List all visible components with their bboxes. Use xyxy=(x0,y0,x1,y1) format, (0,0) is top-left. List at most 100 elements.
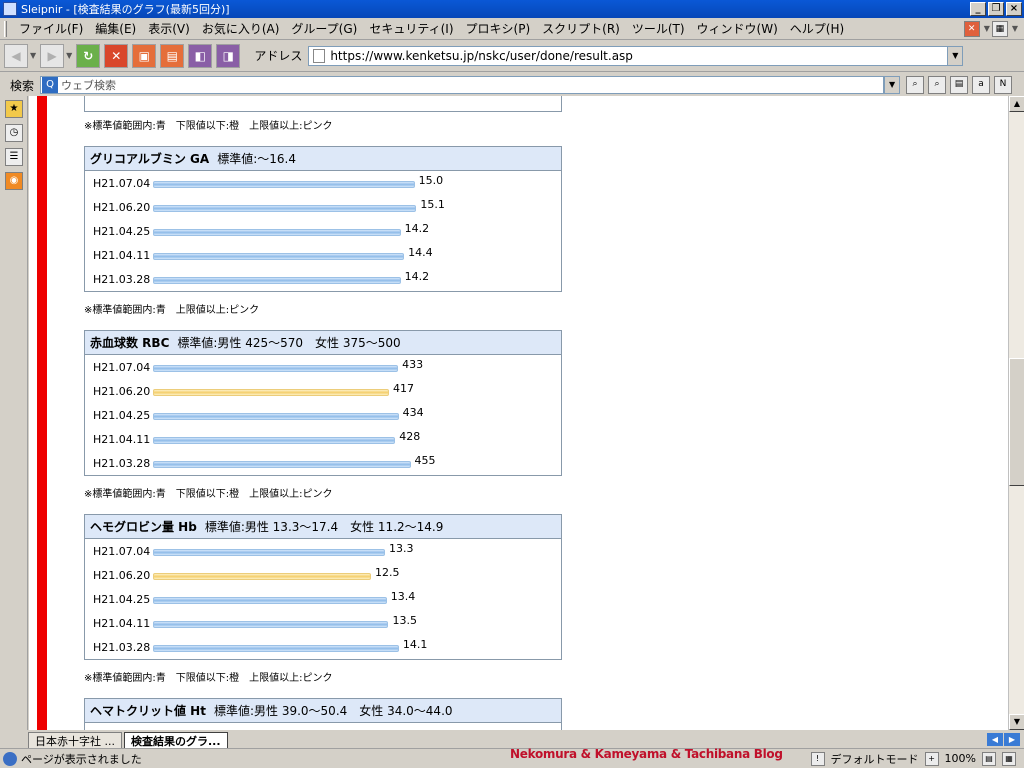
menu-window[interactable]: ウィンドウ(W) xyxy=(691,20,784,37)
back-button[interactable]: ◀ xyxy=(4,43,28,68)
status-tool-icon[interactable]: ▦ xyxy=(1002,751,1016,766)
result-date: H21.04.11 xyxy=(93,249,151,262)
vertical-scrollbar[interactable]: ▲ ▼ xyxy=(1008,96,1024,730)
search-icon[interactable]: ⌕ xyxy=(906,76,925,94)
result-bar xyxy=(153,461,411,468)
result-row: H21.04.11 14.4 xyxy=(85,243,561,267)
new-window-button[interactable]: ▤ xyxy=(160,43,185,68)
favorites-star-icon[interactable]: ★ xyxy=(5,100,23,118)
stop-button[interactable]: ✕ xyxy=(104,43,129,68)
close-right-button[interactable]: ◨ xyxy=(216,43,241,68)
chevron-down-icon[interactable]: ▼ xyxy=(1012,24,1018,33)
section-title: ヘモグロビン量 Hb xyxy=(90,520,197,534)
amazon-icon[interactable]: a xyxy=(972,76,991,94)
address-value[interactable]: https://www.kenketsu.jp/nskc/user/done/r… xyxy=(330,49,633,63)
result-row: H21.04.25 14.2 xyxy=(85,219,561,243)
result-row: H21.04.25 434 xyxy=(85,403,561,427)
scroll-down-icon[interactable]: ▼ xyxy=(1009,714,1024,730)
menu-group[interactable]: グループ(G) xyxy=(285,20,363,37)
sleipnir-app-icon xyxy=(3,2,17,16)
close-button[interactable]: × xyxy=(1006,2,1022,16)
search-input[interactable]: Q ウェブ検索 xyxy=(40,76,885,94)
zoom-icon[interactable]: + xyxy=(924,751,939,766)
scroll-up-icon[interactable]: ▲ xyxy=(1009,96,1024,112)
menu-file[interactable]: ファイル(F) xyxy=(13,20,89,37)
result-date: H21.03.28 xyxy=(93,641,151,654)
section-reference: 標準値:男性 13.3～17.4 女性 11.2～14.9 xyxy=(204,520,444,534)
result-row: H21.06.20 15.1 xyxy=(85,195,561,219)
search-label: 検索 xyxy=(10,78,35,93)
rss-icon[interactable]: ◉ xyxy=(5,172,23,190)
tab-prev-icon[interactable]: ◀ xyxy=(987,733,1003,746)
result-date: H21.04.25 xyxy=(93,225,151,238)
section-ga: グリコアルブミン GA 標準値:～16.4 H21.07.04 15.0 H21.0… xyxy=(84,146,562,292)
menu-grip[interactable] xyxy=(4,20,7,37)
result-date: H21.06.20 xyxy=(93,385,151,398)
close-tab-icon[interactable]: ✕ xyxy=(963,20,980,37)
section-reference: 標準値:男性 39.0～50.4 女性 34.0～44.0 xyxy=(213,704,453,718)
zoom-level[interactable]: 100% xyxy=(945,752,976,765)
page-search-icon[interactable]: ▤ xyxy=(950,76,969,94)
scrollbar-thumb[interactable] xyxy=(1009,358,1024,486)
result-date: H21.04.11 xyxy=(93,433,151,446)
chevron-down-icon[interactable]: ▼ xyxy=(984,24,990,33)
status-tool-icon[interactable]: ▤ xyxy=(982,751,996,766)
result-value: 15.1 xyxy=(420,198,445,211)
result-value: 15.0 xyxy=(418,174,444,187)
tab-bar: 日本赤十字社 ... 検査結果のグラ... ◀ ▶ xyxy=(0,730,1024,748)
page-status-icon xyxy=(3,751,17,766)
tab-next-icon[interactable]: ▶ xyxy=(1004,733,1020,746)
address-field[interactable]: https://www.kenketsu.jp/nskc/user/done/r… xyxy=(308,45,949,66)
minimize-button[interactable]: _ xyxy=(970,2,986,16)
section-header: ヘモグロビン量 Hb 標準値:男性 13.3～17.4 女性 11.2～14.9 xyxy=(85,515,561,539)
address-dropdown-icon[interactable]: ▼ xyxy=(947,45,964,66)
tab-nav: ◀ ▶ xyxy=(987,733,1020,746)
search-engine-icon[interactable]: Q xyxy=(42,77,59,93)
result-bar xyxy=(153,229,401,236)
restore-button[interactable]: ❐ xyxy=(988,2,1004,16)
menu-edit[interactable]: 編集(E) xyxy=(89,20,142,37)
address-label: アドレス xyxy=(254,49,303,63)
menu-favorites[interactable]: お気に入り(A) xyxy=(196,20,286,37)
tab-nihon-sekijujisha[interactable]: 日本赤十字社 ... xyxy=(28,732,122,748)
result-date: H21.06.20 xyxy=(93,569,151,582)
mode-icon[interactable]: ! xyxy=(810,751,825,766)
menu-script[interactable]: スクリプト(R) xyxy=(536,20,626,37)
tab-kensa-kekka[interactable]: 検査結果のグラ... xyxy=(124,732,228,748)
window-title: Sleipnir - [検査結果のグラフ(最新5回分)] xyxy=(21,3,230,16)
forward-button[interactable]: ▶ xyxy=(40,43,65,68)
result-date: H21.04.25 xyxy=(93,409,151,422)
result-bar xyxy=(153,413,399,420)
page-content: ※標準値範囲内:青 下限値以下:橙 上限値以上:ピンク グリコアルブミン GA … xyxy=(29,96,1008,730)
highlight-search-icon[interactable]: ⌕ xyxy=(928,76,947,94)
result-date: H21.07.04 xyxy=(93,361,151,374)
close-page-button[interactable]: ▣ xyxy=(132,43,157,68)
search-tools: ⌕ ⌕ ▤ a N xyxy=(906,76,1013,94)
reload-button[interactable]: ↻ xyxy=(76,43,101,68)
result-date: H21.04.25 xyxy=(93,593,151,606)
result-bar xyxy=(153,645,399,652)
menu-security[interactable]: セキュリティ(I) xyxy=(363,20,459,37)
memo-icon[interactable]: ☰ xyxy=(5,148,23,166)
menu-proxy[interactable]: プロキシ(P) xyxy=(460,20,537,37)
close-left-button[interactable]: ◧ xyxy=(188,43,213,68)
history-clock-icon[interactable]: ◷ xyxy=(5,124,23,142)
result-row: H21.04.25 13.4 xyxy=(85,587,561,611)
result-bar xyxy=(153,597,387,604)
n-search-icon[interactable]: N xyxy=(994,76,1013,94)
menu-help[interactable]: ヘルプ(H) xyxy=(784,20,850,37)
search-dropdown-icon[interactable]: ▼ xyxy=(884,76,901,94)
result-value: 13.4 xyxy=(390,590,416,603)
result-value: 13.3 xyxy=(388,542,414,555)
result-value: 417 xyxy=(393,382,415,395)
section-ht: ヘマトクリット値 Ht 標準値:男性 39.0～50.4 女性 34.0～44.… xyxy=(84,698,562,730)
result-row: H21.06.20 12.5 xyxy=(85,563,561,587)
menu-tools[interactable]: ツール(T) xyxy=(626,20,691,37)
forward-dropdown-icon[interactable]: ▼ xyxy=(66,51,72,60)
back-dropdown-icon[interactable]: ▼ xyxy=(30,51,36,60)
menu-view[interactable]: 表示(V) xyxy=(142,20,196,37)
search-placeholder[interactable]: ウェブ検索 xyxy=(61,77,116,93)
window-layout-icon[interactable]: ▦ xyxy=(991,20,1008,37)
result-value: 433 xyxy=(402,358,424,371)
mode-text[interactable]: デフォルトモード xyxy=(831,751,919,767)
